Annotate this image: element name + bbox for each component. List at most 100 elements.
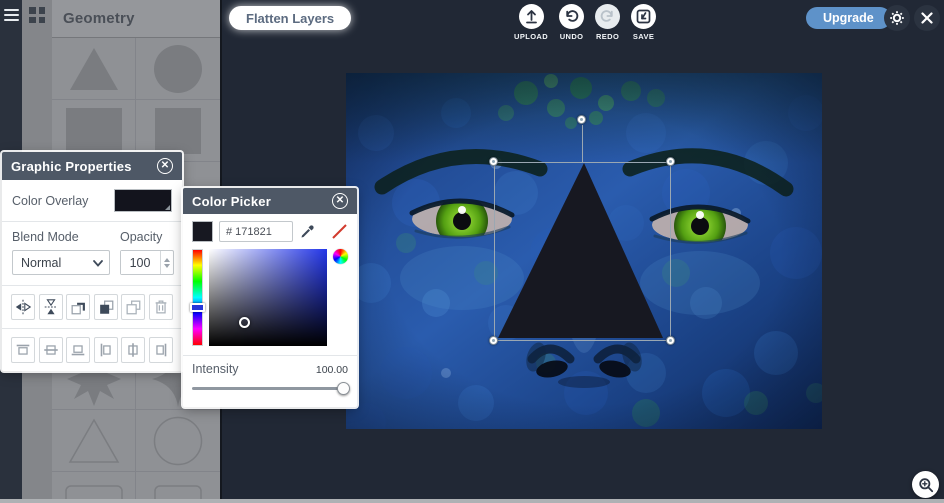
hue-slider[interactable] [190, 249, 205, 346]
rotate-handle[interactable] [577, 115, 586, 124]
hue-slider-handle[interactable] [190, 303, 205, 313]
align-top-icon [16, 344, 30, 355]
redo-icon [600, 10, 613, 22]
align-middle-button[interactable] [38, 337, 63, 363]
flip-horizontal-icon [15, 299, 32, 315]
shape-row [52, 410, 220, 472]
no-color-icon[interactable] [331, 223, 348, 240]
intensity-row: Intensity 100.00 [183, 356, 357, 376]
shape-circle-outline[interactable] [136, 410, 220, 471]
intensity-value: 100.00 [315, 364, 348, 376]
bring-to-front-button[interactable] [93, 294, 118, 320]
opacity-stepper[interactable] [160, 251, 173, 274]
bring-to-front-icon [99, 300, 114, 314]
resize-handle-top-left[interactable] [489, 157, 498, 166]
upload-icon [525, 10, 537, 24]
circle-filled-icon [154, 44, 202, 93]
color-picker-input-row [183, 214, 357, 247]
panel-title-geometry: Geometry [52, 0, 220, 38]
save-icon [636, 9, 651, 24]
shape-row [52, 38, 220, 100]
color-picker-title: Color Picker [192, 193, 271, 209]
send-backward-button[interactable] [121, 294, 146, 320]
save-button[interactable]: SAVE [631, 4, 657, 41]
color-overlay-label: Color Overlay [12, 193, 89, 208]
eyedropper-icon[interactable] [299, 224, 315, 240]
triangle-outline-icon [68, 417, 119, 463]
color-picker-header: Color Picker ✕ [183, 188, 357, 214]
color-picker-area [183, 247, 357, 346]
graphic-properties-title: Graphic Properties [11, 158, 132, 174]
align-left-button[interactable] [93, 337, 118, 363]
zoom-button[interactable] [912, 471, 939, 498]
align-right-icon [156, 343, 167, 357]
bottom-scrollbar[interactable] [0, 499, 944, 503]
align-bottom-icon [71, 345, 85, 356]
shape-triangle-outline[interactable] [52, 410, 136, 471]
delete-button[interactable] [148, 294, 173, 320]
shape-circle-filled[interactable] [136, 38, 220, 99]
trash-icon [155, 300, 167, 314]
color-overlay-row: Color Overlay [2, 180, 182, 222]
hex-color-input[interactable] [219, 221, 293, 242]
send-backward-icon [126, 300, 141, 315]
bring-forward-icon [71, 302, 86, 315]
flip-vertical-button[interactable] [38, 294, 63, 320]
rectangle-filled-icon [65, 107, 122, 154]
intensity-slider-track [192, 387, 348, 390]
blend-mode-select[interactable]: Normal [12, 250, 110, 275]
align-middle-icon [43, 345, 58, 355]
resize-handle-bottom-left[interactable] [489, 336, 498, 345]
intensity-label: Intensity [192, 362, 239, 376]
graphic-properties-header: Graphic Properties ✕ [2, 152, 182, 180]
undo-icon [566, 10, 579, 22]
align-right-button[interactable] [148, 337, 173, 363]
bring-forward-button[interactable] [66, 294, 91, 320]
opacity-field [120, 250, 174, 275]
color-picker-panel: Color Picker ✕ Intensity 100.00 [183, 188, 357, 407]
intensity-slider[interactable] [192, 382, 350, 395]
flip-vertical-icon [44, 299, 57, 315]
close-icon [921, 12, 933, 24]
close-button[interactable] [914, 5, 940, 31]
saturation-value-cursor[interactable] [238, 316, 250, 328]
resize-handle-top-right[interactable] [666, 157, 675, 166]
grid-menu-icon[interactable] [29, 7, 45, 23]
rotate-handle-line [582, 125, 583, 162]
color-picker-close-icon[interactable]: ✕ [332, 193, 348, 209]
saturation-value-box[interactable] [209, 249, 327, 346]
upload-button[interactable]: UPLOAD [514, 4, 548, 41]
blend-opacity-grid: Blend Mode Opacity Normal [2, 222, 182, 286]
align-center-button[interactable] [121, 337, 146, 363]
redo-button[interactable]: REDO [595, 4, 621, 41]
align-left-icon [100, 343, 111, 357]
resize-handle-bottom-right[interactable] [666, 336, 675, 345]
align-center-icon [128, 343, 139, 357]
current-color-swatch [192, 221, 213, 242]
graphic-properties-panel: Graphic Properties ✕ Color Overlay Blend… [2, 152, 182, 371]
color-overlay-swatch[interactable] [114, 189, 172, 212]
opacity-label: Opacity [120, 230, 163, 244]
graphic-properties-close-icon[interactable]: ✕ [157, 158, 173, 174]
upgrade-button[interactable]: Upgrade [806, 7, 891, 29]
shape-triangle-filled[interactable] [52, 38, 136, 99]
intensity-slider-handle[interactable] [337, 382, 350, 395]
flatten-layers-button[interactable]: Flatten Layers [229, 6, 352, 30]
blend-mode-label: Blend Mode [12, 230, 79, 244]
flip-horizontal-button[interactable] [11, 294, 36, 320]
hamburger-menu-icon[interactable] [4, 9, 19, 22]
align-bottom-button[interactable] [66, 337, 91, 363]
opacity-input[interactable] [121, 251, 159, 274]
editor-canvas[interactable] [346, 73, 822, 429]
color-wheel-icon[interactable] [333, 249, 348, 264]
square-filled-icon [155, 107, 201, 154]
selection-bounding-box [494, 162, 671, 341]
magnifier-plus-icon [918, 477, 933, 492]
undo-button[interactable]: UNDO [559, 4, 585, 41]
object-tools-row [2, 286, 182, 328]
align-top-button[interactable] [11, 337, 36, 363]
circle-outline-icon [153, 416, 203, 465]
chevron-down-icon [93, 260, 103, 267]
settings-button[interactable] [884, 5, 910, 31]
gear-icon [890, 11, 904, 25]
